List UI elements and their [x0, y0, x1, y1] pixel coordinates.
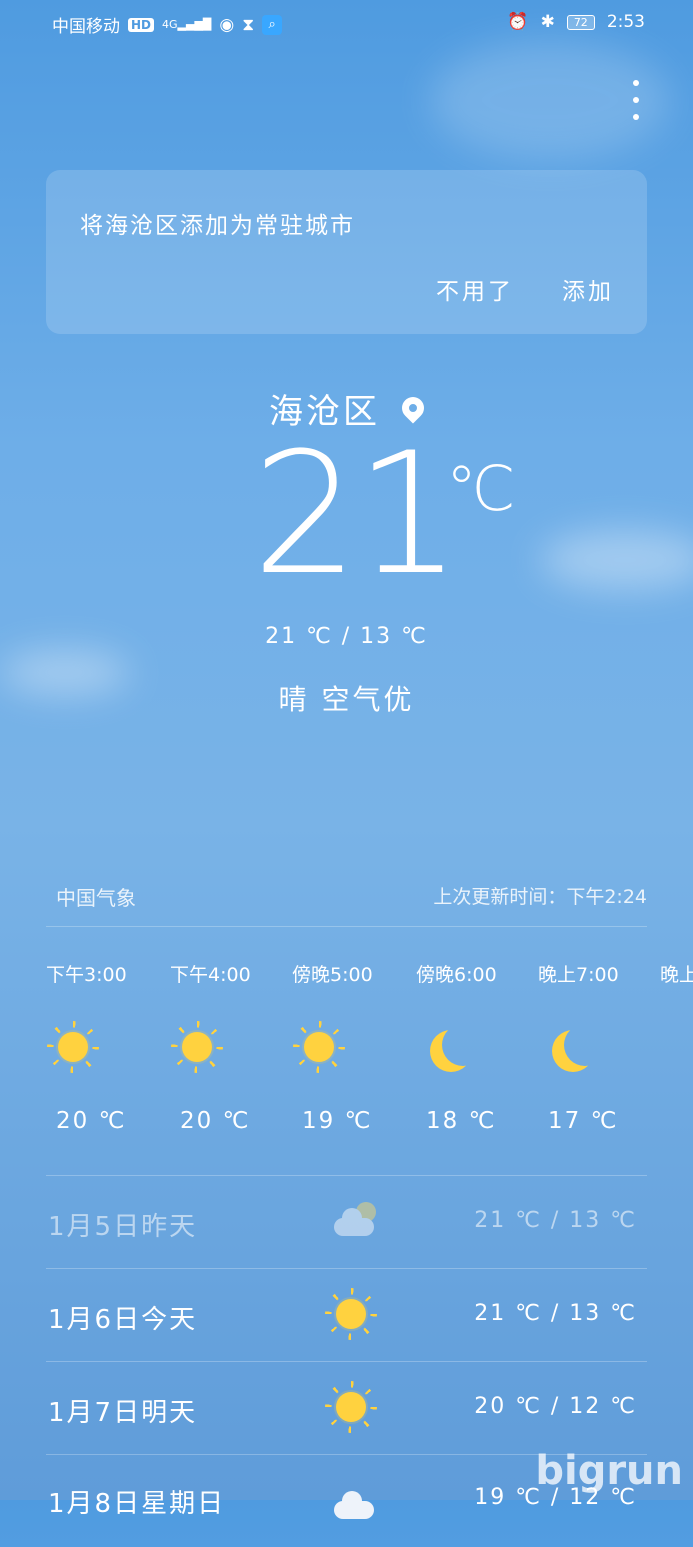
signal-icon: 4G▂▄▆█	[162, 17, 212, 31]
cloud-decoration	[540, 530, 693, 590]
add-city-card: 将海沧区添加为常驻城市 不用了 添加	[46, 170, 647, 334]
daily-temperature-range: 21 ℃ / 13 ℃	[474, 1208, 637, 1233]
temperature-unit: ℃	[446, 452, 516, 525]
divider	[46, 926, 647, 927]
hourly-item: 下午4:00 20 ℃	[170, 960, 294, 1134]
hourly-item: 晚上7:00 17 ℃	[538, 960, 662, 1134]
carrier-label: 中国移动	[52, 17, 120, 37]
last-updated-label: 上次更新时间：下午2:24	[433, 886, 647, 908]
hourly-item: 傍晚6:00 18 ℃	[416, 960, 540, 1134]
hourly-item: 晚上 15	[660, 960, 693, 987]
sun-icon	[336, 1392, 366, 1422]
more-options-icon[interactable]	[630, 80, 642, 120]
hourly-time: 傍晚5:00	[292, 964, 373, 986]
hourly-time: 下午3:00	[46, 964, 127, 986]
battery-icon: 72	[566, 14, 595, 30]
bluetooth-icon: ✱	[540, 12, 555, 32]
daily-row[interactable]: 1月5日昨天 21 ℃ / 13 ℃	[46, 1176, 647, 1268]
daily-row[interactable]: 1月7日明天 20 ℃ / 12 ℃	[46, 1362, 647, 1454]
network-label: 4G	[162, 17, 178, 31]
daily-date: 1月6日今天	[48, 1305, 198, 1335]
moon-icon	[442, 1024, 484, 1066]
hourly-temperature: 18 ℃	[426, 1108, 497, 1134]
cloud-icon	[334, 1485, 378, 1519]
dismiss-button[interactable]: 不用了	[436, 272, 514, 306]
status-bar: 中国移动 HD 4G▂▄▆█ ◉ ⧗ ⌕ ⏰ ✱ 72 2:53	[0, 8, 693, 38]
add-city-button[interactable]: 添加	[562, 272, 614, 306]
hd-icon: HD	[128, 17, 155, 32]
sun-icon	[58, 1032, 88, 1062]
hourly-time: 傍晚6:00	[416, 964, 497, 986]
hourly-time: 晚上	[660, 964, 693, 986]
daily-row[interactable]: 1月6日今天 21 ℃ / 13 ℃	[46, 1269, 647, 1361]
weather-condition: 晴 空气优	[278, 683, 415, 716]
hourly-temperature: 20 ℃	[56, 1108, 127, 1134]
moon-icon	[564, 1024, 606, 1066]
partly-cloudy-icon	[334, 1202, 378, 1236]
data-source-label: 中国气象	[56, 886, 136, 910]
clock-time: 2:53	[606, 12, 645, 32]
search-app-icon: ⌕	[262, 14, 283, 35]
hourly-temperature: 19 ℃	[302, 1108, 373, 1134]
hourly-temperature: 20 ℃	[180, 1108, 251, 1134]
hourly-item: 下午3:00 20 ℃	[46, 960, 170, 1134]
today-temperature-range: 21 ℃ / 13 ℃	[265, 624, 428, 649]
daily-temperature-range: 21 ℃ / 13 ℃	[474, 1301, 637, 1326]
hourly-time: 下午4:00	[170, 964, 251, 986]
daily-date: 1月8日星期日	[48, 1489, 226, 1519]
hourly-time: 晚上7:00	[538, 964, 619, 986]
daily-temperature-range: 20 ℃ / 12 ℃	[474, 1394, 637, 1419]
sun-icon	[336, 1299, 366, 1329]
hourglass-icon: ⧗	[242, 14, 255, 35]
watermark-logo: bigrun	[535, 1448, 683, 1494]
sun-icon	[304, 1032, 334, 1062]
add-city-message: 将海沧区添加为常驻城市	[80, 213, 355, 239]
globe-icon: ◉	[219, 14, 235, 35]
daily-date: 1月5日昨天	[48, 1212, 198, 1242]
daily-date: 1月7日明天	[48, 1398, 198, 1428]
hourly-temperature: 17 ℃	[548, 1108, 619, 1134]
current-temperature: 21	[252, 416, 462, 612]
alarm-icon: ⏰	[507, 12, 529, 32]
hourly-item: 傍晚5:00 19 ℃	[292, 960, 416, 1134]
sun-icon	[182, 1032, 212, 1062]
